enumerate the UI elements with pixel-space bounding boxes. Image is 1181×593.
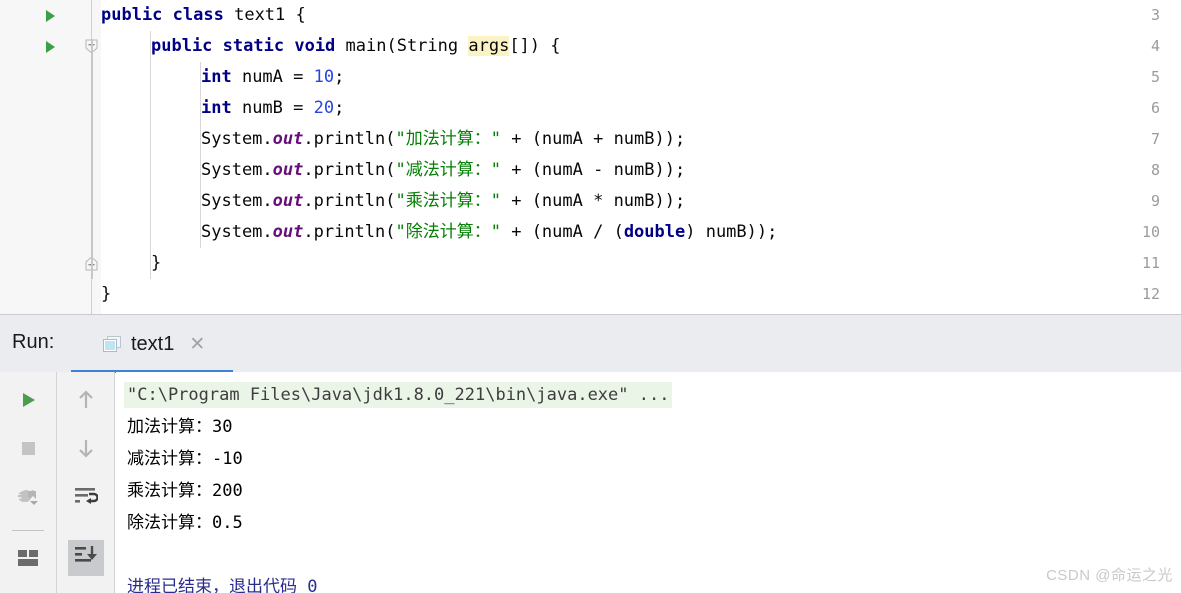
token-plain: } [101,284,112,304]
console-output-line-3: 乘法计算：200 [127,481,243,501]
console-output-line-1: 加法计算：30 [127,417,233,437]
run-gutter-icon-line-4[interactable] [46,41,55,53]
token-fld: out [272,222,304,242]
debug-reattach-button[interactable] [10,480,46,516]
run-toolbar-primary[interactable] [0,372,57,593]
console-output-line-4: 除法计算：0.5 [127,513,243,533]
up-button[interactable] [68,384,104,420]
token-kw: int [201,67,232,87]
token-plain: + (numA * numB)); [500,191,686,211]
run-tool-window[interactable]: Run: text1 ✕ "C:\Program Files\Java\jdk1… [0,314,1181,593]
stop-icon [18,438,38,463]
token-plain: numB = [231,98,314,118]
token-kw: static [222,36,285,56]
code-line-4[interactable]: public static void main(String args[]) { [151,31,561,62]
soft-wrap-icon [74,486,99,511]
token-plain: .println( [303,222,396,242]
token-plain: .println( [303,160,396,180]
code-line-5[interactable]: int numA = 10; [201,62,344,93]
run-toolbar-secondary[interactable] [57,372,115,593]
token-kw: double [623,222,686,242]
token-plain: } [151,253,162,273]
token-kw: void [294,36,336,56]
code-line-6[interactable]: int numB = 20; [201,93,344,124]
toolbar-separator [12,530,44,531]
run-tab-label: text1 [131,332,175,355]
token-kw: public [101,5,163,25]
token-plain: + (numA + numB)); [500,129,686,149]
token-plain: numA = [231,67,314,87]
scroll-to-end-icon [74,545,98,572]
token-plain: System. [201,129,273,149]
token-str: "加法计算：" [395,129,501,149]
token-plain: []) { [509,36,561,56]
token-plain: ) numB)); [685,222,778,242]
stop-button[interactable] [10,432,46,468]
token-fld: out [272,160,304,180]
token-plain: ; [334,67,345,87]
token-fld: out [272,191,304,211]
token-str: "减法计算：" [395,160,501,180]
code-line-3[interactable]: public class text1 { [101,0,306,31]
token-plain: ; [334,98,345,118]
code-line-9[interactable]: System.out.println("乘法计算：" + (numA * num… [201,186,685,217]
indent-guide-1 [150,31,151,279]
run-configuration-icon [103,335,122,353]
token-num: 10 [313,67,335,87]
token-plain: System. [201,222,273,242]
window-layout-icon [17,549,39,572]
console-exit-line: 进程已结束，退出代码 0 [127,577,318,593]
token-plain: System. [201,160,273,180]
run-label: Run: [12,331,55,353]
code-line-12[interactable]: } [101,279,111,310]
token-str: "乘法计算：" [395,191,501,211]
rerun-button[interactable] [10,384,46,420]
arrow-up-icon [76,389,96,416]
token-kw: public [151,36,213,56]
token-kw: int [201,98,232,118]
console-command-line: "C:\Program Files\Java\jdk1.8.0_221\bin\… [124,382,673,408]
layout-button[interactable] [10,542,46,578]
bug-arrow-icon [17,485,39,512]
code-line-10[interactable]: System.out.println("除法计算：" + (numA / (do… [201,217,777,248]
code-editor[interactable]: 3 4 5 6 7 8 9 10 11 12 public class text1 {public… [0,0,1181,314]
console-output[interactable]: "C:\Program Files\Java\jdk1.8.0_221\bin\… [116,372,1181,593]
scroll-to-end-button[interactable] [68,540,104,576]
code-line-7[interactable]: System.out.println("加法计算：" + (numA + num… [201,124,685,155]
soft-wrap-button[interactable] [68,480,104,516]
token-kw: class [172,5,224,25]
down-button[interactable] [68,432,104,468]
run-panel-header: Run: text1 ✕ [0,314,1181,373]
close-icon[interactable]: ✕ [189,335,205,354]
token-num: 20 [313,98,335,118]
token-plain: + (numA - numB)); [500,160,686,180]
token-fld: out [272,129,304,149]
console-output-line-2: 减法计算：-10 [127,449,243,469]
arrow-down-icon [76,437,96,464]
token-hl: args [468,36,510,56]
run-gutter-icon-line-3[interactable] [46,10,55,22]
fold-region-rail [91,39,93,279]
csdn-watermark: CSDN @命运之光 [1046,567,1173,584]
token-plain: System. [201,191,273,211]
code-content[interactable]: public class text1 {public static void m… [101,0,1181,314]
token-str: "除法计算：" [395,222,501,242]
token-plain: main(String [335,36,469,56]
run-tab-text1[interactable]: text1 ✕ [95,315,213,373]
code-line-11[interactable]: } [151,248,161,279]
token-plain: .println( [303,191,396,211]
token-plain: .println( [303,129,396,149]
play-icon [18,390,38,415]
token-plain: + (numA / ( [500,222,624,242]
token-plain: text1 { [223,5,306,25]
code-line-8[interactable]: System.out.println("减法计算：" + (numA - num… [201,155,685,186]
